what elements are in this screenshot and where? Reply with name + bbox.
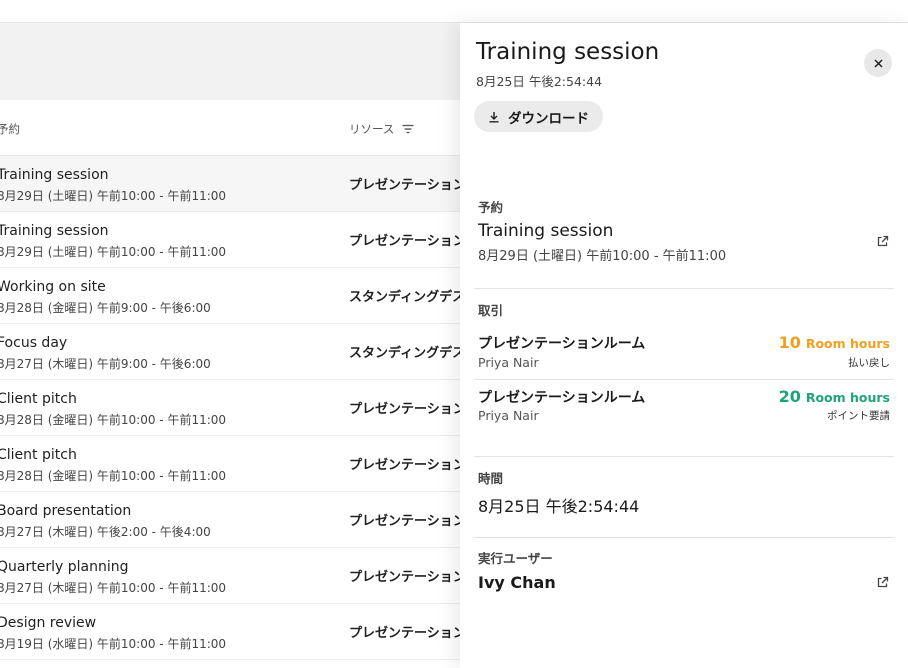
transactions-section-label: 取引 (478, 303, 504, 318)
row-resource: スタンディングデスク (349, 290, 479, 305)
column-header-resource[interactable]: リソース (349, 121, 414, 137)
row-title: Training session (0, 167, 109, 183)
row-title: Client pitch (0, 391, 77, 407)
row-title: Client pitch (0, 447, 77, 463)
close-icon (873, 58, 883, 68)
transaction-type: ポイント要請 (827, 410, 890, 422)
external-link-icon[interactable] (876, 576, 889, 589)
row-title: Training session (0, 223, 109, 239)
time-section-label: 時間 (478, 471, 504, 486)
row-title: Focus day (0, 335, 68, 351)
close-button[interactable] (864, 49, 892, 77)
executor-section-label: 実行ユーザー (478, 551, 553, 566)
row-datetime: 8月27日 (木曜日) 午前10:00 - 午前11:00 (0, 581, 227, 595)
transaction-type: 払い戻し (848, 357, 890, 369)
row-datetime: 8月19日 (水曜日) 午前10:00 - 午前11:00 (0, 637, 227, 651)
external-link-icon[interactable] (876, 235, 889, 248)
column-header-resource-label: リソース (349, 122, 395, 136)
divider (474, 456, 894, 457)
panel-timestamp: 8月25日 午後2:54:44 (476, 74, 603, 89)
download-button[interactable]: ダウンロード (474, 101, 603, 132)
row-datetime: 8月29日 (土曜日) 午前10:00 - 午前11:00 (0, 189, 227, 203)
transaction-amount-value: 10 (778, 333, 801, 352)
transaction-amount-unit: Room hours (805, 336, 890, 351)
row-title: Working on site (0, 279, 106, 295)
booking-title: Training session (478, 221, 614, 241)
divider (474, 379, 894, 380)
booking-section-label: 予約 (478, 200, 504, 215)
panel-title: Training session (476, 39, 660, 65)
row-datetime: 8月28日 (金曜日) 午前10:00 - 午前11:00 (0, 413, 227, 427)
time-value: 8月25日 午後2:54:44 (478, 497, 640, 516)
transaction-user: Priya Nair (478, 355, 539, 370)
row-datetime: 8月28日 (金曜日) 午前10:00 - 午前11:00 (0, 469, 227, 483)
transaction-amount-value: 20 (778, 387, 801, 406)
transaction-amount-unit: Room hours (805, 390, 890, 405)
row-datetime: 8月27日 (木曜日) 午前9:00 - 午後6:00 (0, 357, 211, 371)
row-title: Board presentation (0, 503, 132, 519)
row-datetime: 8月29日 (土曜日) 午前10:00 - 午前11:00 (0, 245, 227, 259)
row-title: Design review (0, 615, 97, 631)
transaction-detail-panel: Training session 8月25日 午後2:54:44 ダウンロード … (460, 23, 908, 668)
transaction-user: Priya Nair (478, 408, 539, 423)
row-title: Quarterly planning (0, 559, 129, 575)
row-datetime: 8月27日 (木曜日) 午後2:00 - 午後4:00 (0, 525, 211, 539)
row-resource: スタンディングデスク (349, 346, 479, 361)
divider (474, 537, 894, 538)
divider (474, 288, 894, 289)
transaction-amount: 10 Room hours (779, 333, 890, 352)
transaction-resource: プレゼンテーションルーム (478, 336, 646, 352)
booking-datetime: 8月29日 (土曜日) 午前10:00 - 午前11:00 (478, 249, 727, 264)
transaction-resource: プレゼンテーションルーム (478, 390, 646, 406)
column-header-booking[interactable]: 予約 (0, 121, 20, 137)
row-datetime: 8月28日 (金曜日) 午前9:00 - 午後6:00 (0, 301, 211, 315)
filter-icon[interactable] (402, 124, 414, 134)
executor-name: Ivy Chan (478, 573, 556, 592)
top-bar (0, 0, 908, 23)
transaction-amount: 20 Room hours (779, 387, 890, 406)
download-label: ダウンロード (508, 110, 589, 127)
download-icon (489, 111, 499, 123)
